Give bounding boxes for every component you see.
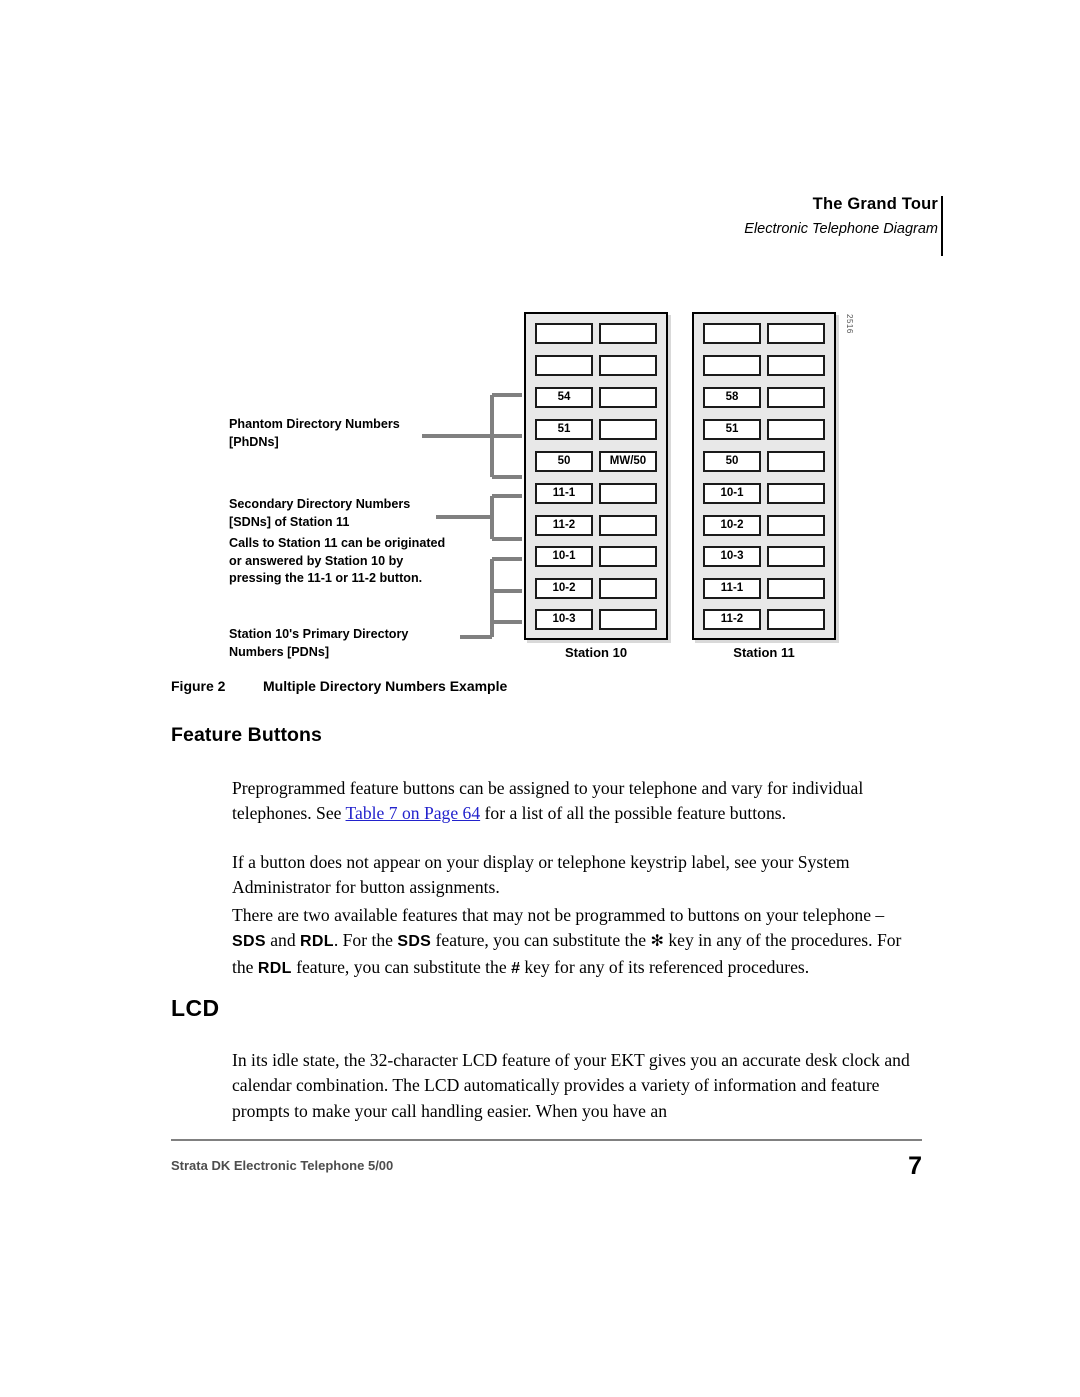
callout-primary-directory-numbers: Station 10's Primary Directory Numbers [… [229,627,409,659]
asterisk-key-icon: ✻ [650,933,664,951]
key-s11-l3[interactable]: 58 [703,387,761,408]
para3-part-d: feature, you can substitute the [431,930,651,951]
header-vertical-rule [941,196,943,256]
key-s10-r5-mw[interactable]: MW/50 [599,451,657,472]
para3-part-b: and [265,930,301,951]
figure-multiple-directory-numbers: Phantom Directory Numbers [PhDNs] Second… [0,300,1080,700]
hash-key-icon: # [511,959,520,977]
heading-lcd: LCD [171,995,220,1021]
key-s10-l8[interactable]: 10-1 [535,546,593,567]
key-s11-r4[interactable] [767,419,825,440]
callout-station-11-note: Calls to Station 11 can be originated or… [229,536,446,585]
key-s11-r7[interactable] [767,515,825,536]
page-running-header: The Grand Tour Electronic Telephone Diag… [744,196,938,236]
key-s10-l6[interactable]: 11-1 [535,483,593,504]
key-s10-r4[interactable] [599,419,657,440]
header-title: The Grand Tour [812,195,938,213]
key-s11-r1[interactable] [767,323,825,344]
key-s10-r3[interactable] [599,387,657,408]
key-s10-l9[interactable]: 10-2 [535,578,593,599]
paragraph-sds-rdl: There are two available features that ma… [232,903,922,982]
key-s11-r8[interactable] [767,546,825,567]
header-subtitle: Electronic Telephone Diagram [744,220,938,237]
key-s11-r10[interactable] [767,609,825,630]
footer-document-title: Strata DK Electronic Telephone 5/00 [171,1158,394,1173]
station-11-label: Station 11 [733,645,795,660]
phone-station-10: 54 51 50 11-1 11-2 10-1 10-2 10-3 MW/50 [524,312,668,640]
phone-station-11: 58 51 50 10-1 10-2 10-3 11-1 11-2 [692,312,836,640]
paragraph-feature-buttons-intro: Preprogrammed feature buttons can be ass… [232,776,922,827]
term-rdl-1: RDL [300,933,334,951]
callout-phantom-directory-numbers: Phantom Directory Numbers [PhDNs] [229,417,400,449]
key-s11-r9[interactable] [767,578,825,599]
term-rdl-2: RDL [257,959,292,977]
key-s10-r1[interactable] [599,323,657,344]
footer-divider [171,1139,922,1141]
figure-id-mark: 2516 [845,314,854,334]
key-s11-l1[interactable] [703,323,761,344]
key-s10-r7[interactable] [599,515,657,536]
key-s10-l10[interactable]: 10-3 [535,609,593,630]
key-s11-r6[interactable] [767,483,825,504]
para3-part-g: key for any of its referenced procedures… [519,956,810,977]
key-s10-r2[interactable] [599,355,657,376]
key-s10-l1[interactable] [535,323,593,344]
key-s10-l4[interactable]: 51 [535,419,593,440]
paragraph-button-not-shown: If a button does not appear on your disp… [232,851,850,898]
para3-part-f: feature, you can substitute the [291,956,512,977]
key-s11-l6[interactable]: 10-1 [703,483,761,504]
link-table-7-page-64[interactable]: Table 7 on Page 64 [346,803,481,823]
key-s10-r8[interactable] [599,546,657,567]
para3-part-a: There are two available features that ma… [232,904,885,925]
key-s10-r6[interactable] [599,483,657,504]
footer-page-number: 7 [908,1152,922,1180]
key-s10-r9[interactable] [599,578,657,599]
para3-part-c: . For the [333,930,398,951]
figure-caption-number: Figure 2 [171,678,226,694]
key-s11-l2[interactable] [703,355,761,376]
key-s11-l8[interactable]: 10-3 [703,546,761,567]
figure-caption-text: Multiple Directory Numbers Example [263,678,508,694]
key-s10-l3[interactable]: 54 [535,387,593,408]
key-s10-l7[interactable]: 11-2 [535,515,593,536]
callout-secondary-directory-numbers: Secondary Directory Numbers [SDNs] of St… [229,497,411,529]
key-s11-r5[interactable] [767,451,825,472]
key-s11-l4[interactable]: 51 [703,419,761,440]
key-s11-r2[interactable] [767,355,825,376]
term-sds-2: SDS [397,933,432,951]
paragraph-lcd-description: In its idle state, the 32-character LCD … [232,1049,910,1121]
term-sds-1: SDS [232,933,266,951]
station-10-label: Station 10 [564,645,628,660]
figure-caption: Figure 2 Multiple Directory Numbers Examp… [171,678,507,694]
para1-part-b: for a list of all the possible feature b… [480,803,787,824]
key-s10-l2[interactable] [535,355,593,376]
key-s11-l7[interactable]: 10-2 [703,515,761,536]
heading-feature-buttons: Feature Buttons [171,724,323,746]
key-s10-r10[interactable] [599,609,657,630]
key-s10-l5[interactable]: 50 [535,451,593,472]
key-s11-l9[interactable]: 11-1 [703,578,761,599]
key-s11-l10[interactable]: 11-2 [703,609,761,630]
key-s11-l5[interactable]: 50 [703,451,761,472]
key-s11-r3[interactable] [767,387,825,408]
